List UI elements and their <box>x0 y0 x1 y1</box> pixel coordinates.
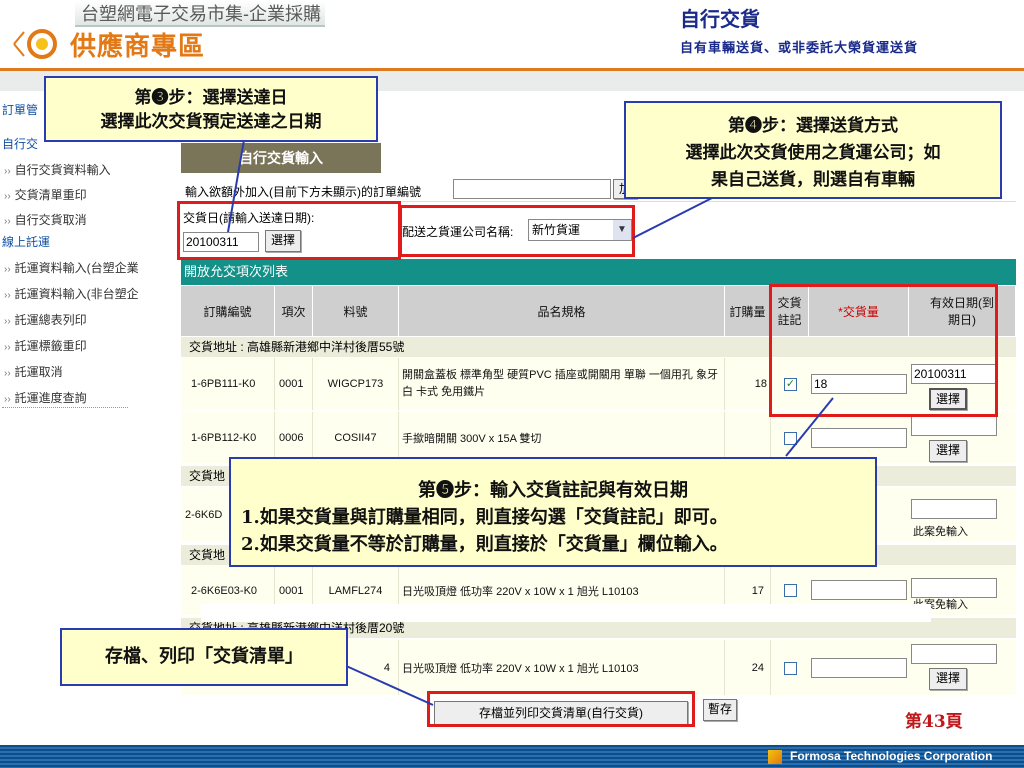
brand-name: 供應商專區 <box>70 31 206 61</box>
sidebar-section-self-delivery[interactable]: 自行交 <box>2 135 38 152</box>
order-qty <box>725 412 771 463</box>
order-no: 1-6PB112-K0 <box>181 412 275 463</box>
page-number: 第43頁 <box>905 712 963 732</box>
delivery-mark-checkbox[interactable] <box>784 432 797 445</box>
callout-step4-line1: 第❹步：選擇送貨方式 <box>728 116 898 136</box>
sidebar-item-shipping-input-fpg[interactable]: ›› 託運資料輸入(台塑企業 <box>4 259 139 276</box>
col-description: 品名規格 <box>399 286 725 336</box>
order-prompt: 輸入欲額外加入(目前下方未顯示)的訂單編號 <box>185 185 421 199</box>
open-items-title: 開放允交項次列表 <box>181 259 1016 285</box>
temp-save-button[interactable]: 暫存 <box>703 699 737 721</box>
site-title: 台塑網電子交易市集-企業採購 <box>75 1 325 27</box>
valid-date-select-button[interactable]: 選擇 <box>929 668 967 690</box>
item-description: 手撳暗開關 300V x 15A 雙切 <box>399 412 725 463</box>
sidebar-item-shipping-input-non-fpg[interactable]: ›› 託運資料輸入(非台塑企 <box>4 285 139 302</box>
callout-step4: 第❹步：選擇送貨方式 選擇此次交貨使用之貨運公司；如 果自己送貨，則選自有車輛 <box>624 101 1002 199</box>
order-no: 1-6PB111-K0 <box>181 358 275 410</box>
bullet-icon: ›› <box>4 216 11 227</box>
callout-step4-line2: 選擇此次交貨使用之貨運公司；如 <box>685 143 941 163</box>
part-no: WIGCP173 <box>313 358 399 410</box>
order-qty: 18 <box>725 358 771 410</box>
valid-date-select-button[interactable]: 選擇 <box>929 440 967 462</box>
item-description: 日光吸頂燈 低功率 220V x 10W x 1 旭光 L10103 <box>399 640 725 695</box>
callout-step5-line1: 1.如果交貨量與訂購量相同，則直接勾選「交貨註記」即可。 <box>241 507 728 528</box>
col-part-no: 料號 <box>313 286 399 336</box>
delivery-mark-checkbox[interactable] <box>784 584 797 597</box>
sidebar-section-online-shipping[interactable]: 線上託運 <box>2 233 50 250</box>
sidebar-item-self-delivery-input[interactable]: ›› 自行交貨資料輸入 <box>4 161 111 178</box>
sidebar-item-shipping-summary[interactable]: ›› 託運總表列印 <box>4 311 87 328</box>
item-description: 開關盒蓋板 標準角型 硬質PVC 插座或開關用 單聯 一個用孔 象牙白 卡式 免… <box>399 358 725 410</box>
valid-date-input[interactable] <box>911 416 997 436</box>
callout-step5-line2: 2.如果交貨量不等於訂購量，則直接於「交貨量」欄位輸入。 <box>241 534 728 555</box>
sidebar-item-shipping-progress[interactable]: ›› 託運進度查詢 <box>4 389 87 406</box>
highlight-carrier <box>399 205 635 257</box>
company-logo-icon <box>768 750 782 764</box>
delivery-mark-checkbox[interactable] <box>784 662 797 675</box>
item-no: 0001 <box>275 358 313 410</box>
tab-self-delivery-input[interactable]: 自行交貨輸入 <box>181 143 381 173</box>
page-subtitle: 自有車輛送貨、或非委託大榮貨運送貨 <box>680 41 919 56</box>
white-overlay <box>201 604 931 622</box>
no-input-needed: 此案免輸入 <box>913 526 968 538</box>
bullet-icon: ›› <box>4 342 11 353</box>
brand-logo-icon <box>13 29 57 59</box>
sidebar-section-orders[interactable]: 訂單管 <box>2 101 38 118</box>
part-no: COSII47 <box>313 412 399 463</box>
delivery-qty-input[interactable] <box>811 580 907 600</box>
bullet-icon: ›› <box>4 191 11 202</box>
valid-date-input[interactable] <box>911 644 997 664</box>
callout-step4-line3: 果自己送貨，則選自有車輛 <box>711 170 915 190</box>
bullet-icon: ›› <box>4 316 11 327</box>
callout-step3-line1: 第❸步：選擇送達日 <box>134 88 288 108</box>
sidebar-item-cancel-delivery[interactable]: ›› 自行交貨取消 <box>4 211 87 228</box>
highlight-delivery-columns <box>769 284 998 417</box>
col-item: 項次 <box>275 286 313 336</box>
bullet-icon: ›› <box>4 166 11 177</box>
order-qty: 24 <box>725 640 771 695</box>
callout-save-note: 存檔、列印「交貨清單」 <box>60 628 348 686</box>
bullet-icon: ›› <box>4 394 11 405</box>
valid-date-input[interactable] <box>911 578 997 598</box>
sidebar-item-shipping-cancel[interactable]: ›› 託運取消 <box>4 363 63 380</box>
highlight-delivery-date <box>177 201 401 260</box>
callout-step3: 第❸步：選擇送達日 選擇此次交貨預定送達之日期 <box>44 76 378 142</box>
company-name: Formosa Technologies Corporation <box>790 749 993 763</box>
valid-date-input[interactable] <box>911 499 997 519</box>
bullet-icon: ›› <box>4 264 11 275</box>
callout-step5-title: 第❺步：輸入交貨註記與有效日期 <box>418 480 688 501</box>
col-order-no: 訂購編號 <box>181 286 275 336</box>
sidebar-item-label-reprint[interactable]: ›› 託運標籤重印 <box>4 337 87 354</box>
col-order-qty: 訂購量 <box>725 286 771 336</box>
item-no: 0006 <box>275 412 313 463</box>
order-number-input[interactable] <box>453 179 611 199</box>
screen: 台塑網電子交易市集-企業採購 供應商專區 自行交貨 自有車輛送貨、或非委託大榮貨… <box>0 0 1024 768</box>
page-title: 自行交貨 <box>680 7 760 31</box>
delivery-qty-input[interactable] <box>811 658 907 678</box>
sidebar-divider <box>2 407 128 408</box>
callout-step3-line2: 選擇此次交貨預定送達之日期 <box>100 112 322 132</box>
bullet-icon: ›› <box>4 368 11 379</box>
bullet-icon: ›› <box>4 290 11 301</box>
delivery-qty-input[interactable] <box>811 428 907 448</box>
highlight-save-button <box>427 691 695 727</box>
callout-step5: 第❺步：輸入交貨註記與有效日期 1.如果交貨量與訂購量相同，則直接勾選「交貨註記… <box>229 457 877 567</box>
sidebar-item-reprint-list[interactable]: ›› 交貨清單重印 <box>4 186 87 203</box>
